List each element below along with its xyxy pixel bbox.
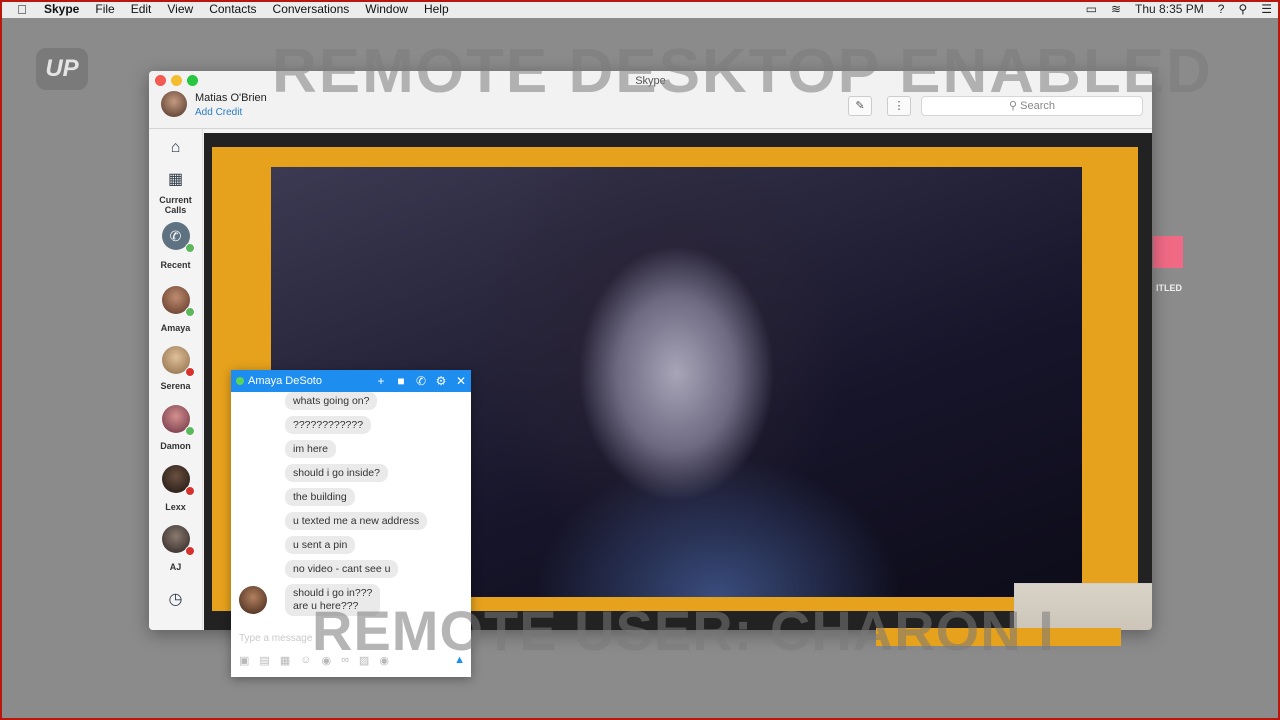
clock-icon: ◷ bbox=[168, 591, 183, 608]
menu-edit[interactable]: Edit bbox=[123, 2, 160, 16]
sender-avatar bbox=[239, 586, 267, 614]
avatar bbox=[161, 346, 195, 377]
help-status-icon[interactable]: ? bbox=[1218, 2, 1225, 16]
notification-center-icon[interactable]: ☰ bbox=[1261, 2, 1272, 16]
message-bubble: u texted me a new address bbox=[285, 512, 428, 530]
apple-menu-icon[interactable]:  bbox=[8, 2, 36, 17]
message-input[interactable]: Type a message bbox=[239, 633, 312, 644]
contact-name: AJ bbox=[169, 562, 182, 572]
add-credit-link[interactable]: Add Credit bbox=[195, 107, 242, 118]
emoji-icon[interactable]: ☺ bbox=[300, 654, 311, 667]
message-bubble: im here bbox=[285, 440, 337, 458]
my-profile-name[interactable]: Matias O'Brien bbox=[195, 92, 267, 104]
contact-amaya[interactable]: Amaya bbox=[149, 286, 202, 333]
message-bubble: no video - cant see u bbox=[285, 560, 399, 578]
avatar bbox=[161, 405, 195, 436]
contact-name: Amaya bbox=[160, 323, 191, 333]
home-icon: ⌂ bbox=[170, 139, 181, 156]
phone-icon: ✆ bbox=[161, 222, 195, 253]
contacts-book-icon: ▦ bbox=[167, 171, 184, 188]
contact-name: Serena bbox=[160, 381, 191, 391]
desktop-pink-window bbox=[1153, 236, 1183, 268]
my-avatar[interactable] bbox=[161, 91, 187, 117]
chat-contact-name[interactable]: Amaya DeSoto bbox=[248, 375, 371, 387]
message-bubble: whats going on? bbox=[285, 392, 378, 410]
remote-desktop-overlay: REMOTE DESKTOP ENABLED bbox=[272, 37, 1213, 106]
settings-gear-icon[interactable]: ⚙ bbox=[431, 374, 451, 388]
menu-file[interactable]: File bbox=[87, 2, 122, 16]
contact-damon[interactable]: Damon bbox=[149, 405, 202, 451]
spotlight-search-icon[interactable]: ⚲ bbox=[1238, 2, 1247, 16]
message-bubble: the building bbox=[285, 488, 355, 506]
voice-call-icon[interactable]: ✆ bbox=[411, 374, 431, 388]
home-button[interactable]: ⌂ bbox=[149, 139, 202, 157]
message-bubble: ???????????? bbox=[285, 416, 372, 434]
file-icon[interactable]: ▤ bbox=[259, 654, 269, 667]
menu-app-skype[interactable]: Skype bbox=[36, 2, 87, 16]
video-call-icon[interactable]: ■ bbox=[391, 374, 411, 388]
message-bubble: should i go inside? bbox=[285, 464, 388, 482]
contact-name: Damon bbox=[160, 441, 191, 451]
contacts-sidebar: ⌂ ▦ Current Calls ✆ Recent Amaya Serena … bbox=[149, 129, 203, 630]
up-logo-icon: UP bbox=[36, 48, 88, 90]
current-calls-button[interactable]: ▦ Current Calls bbox=[149, 169, 202, 215]
contact-name: Lexx bbox=[165, 502, 186, 512]
gif-icon[interactable]: ▦ bbox=[280, 654, 290, 667]
menu-view[interactable]: View bbox=[159, 2, 201, 16]
desktop-window-label: ITLED bbox=[1156, 283, 1182, 293]
wifi-icon[interactable]: ≋ bbox=[1111, 2, 1121, 16]
image-icon[interactable]: ▣ bbox=[239, 654, 249, 667]
chat-header: Amaya DeSoto + ■ ✆ ⚙ ✕ bbox=[231, 370, 471, 392]
contact-aj[interactable]: AJ bbox=[149, 525, 202, 572]
menu-bar:  Skype File Edit View Contacts Conversa… bbox=[0, 0, 1280, 18]
online-status-dot bbox=[236, 377, 244, 385]
menu-conversations[interactable]: Conversations bbox=[265, 2, 358, 16]
recent-button[interactable]: ✆ Recent bbox=[149, 222, 202, 270]
history-button[interactable]: ◷ bbox=[149, 589, 202, 609]
airplay-icon[interactable]: ▭ bbox=[1086, 2, 1097, 16]
contact-lexx[interactable]: Lexx bbox=[149, 465, 202, 512]
avatar bbox=[161, 525, 195, 556]
recent-label: Recent bbox=[160, 260, 191, 270]
menu-window[interactable]: Window bbox=[357, 2, 416, 16]
close-icon[interactable]: ✕ bbox=[451, 374, 471, 388]
message-bubble: u sent a pin bbox=[285, 536, 356, 554]
remote-user-overlay: REMOTE USER: CHARON I bbox=[312, 599, 1055, 662]
add-people-icon[interactable]: + bbox=[371, 374, 391, 388]
menubar-clock[interactable]: Thu 8:35 PM bbox=[1135, 2, 1204, 16]
contact-serena[interactable]: Serena bbox=[149, 346, 202, 391]
avatar bbox=[161, 465, 195, 496]
avatar bbox=[161, 286, 195, 317]
current-calls-label: Current Calls bbox=[159, 195, 192, 215]
menu-help[interactable]: Help bbox=[416, 2, 457, 16]
menu-contacts[interactable]: Contacts bbox=[201, 2, 264, 16]
